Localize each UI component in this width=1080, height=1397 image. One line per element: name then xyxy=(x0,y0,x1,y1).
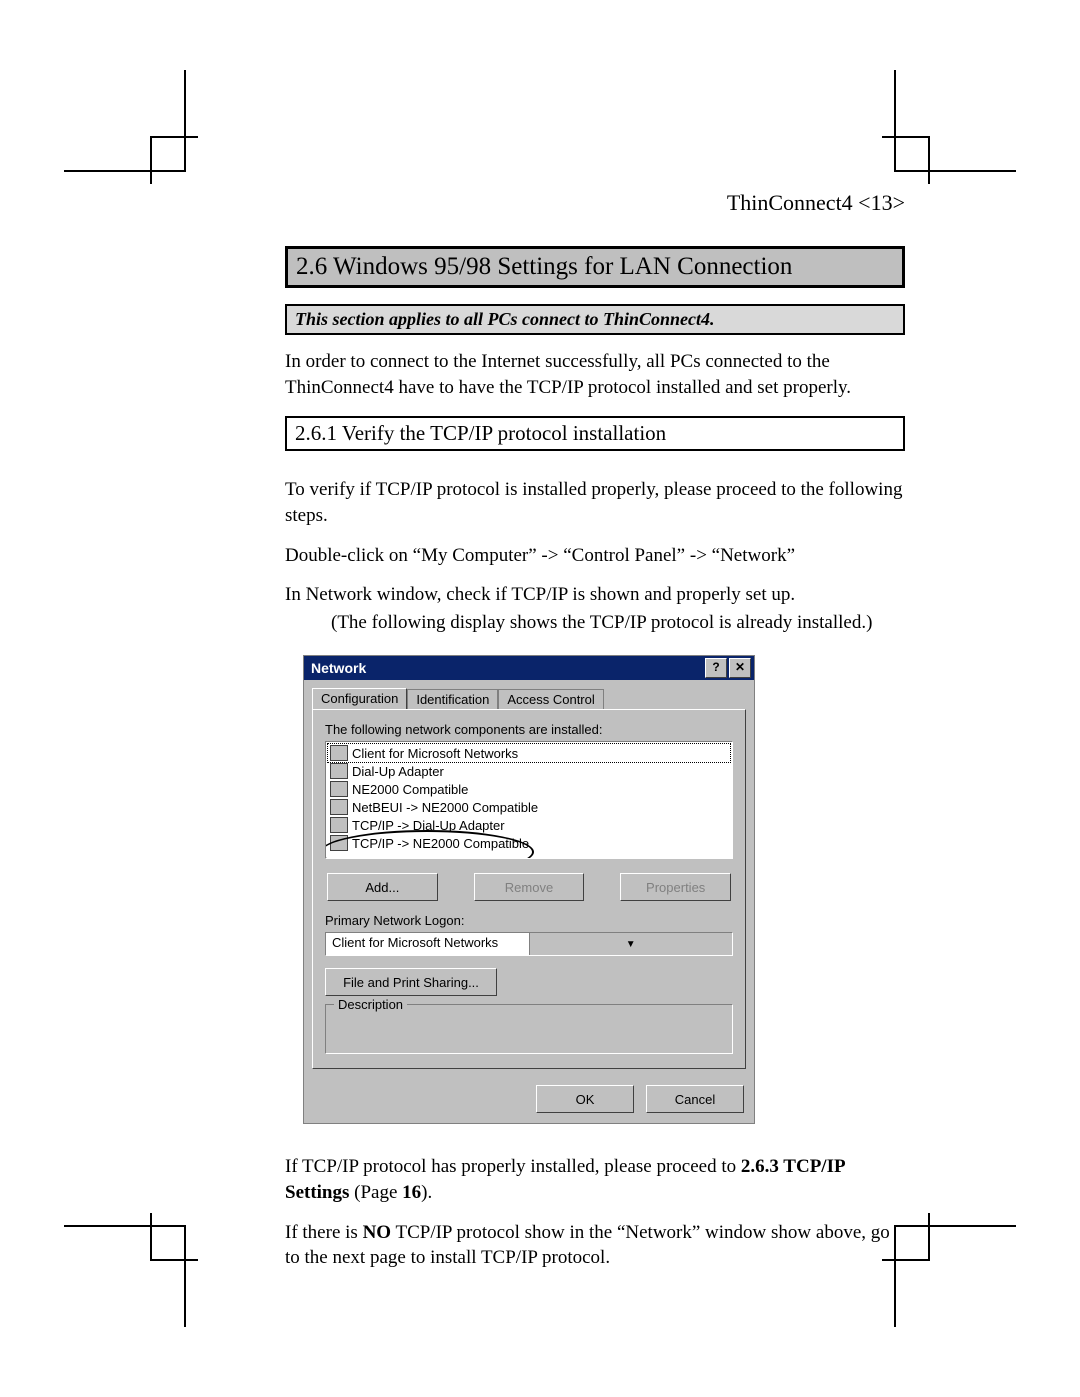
tab-access-control[interactable]: Access Control xyxy=(498,689,603,709)
list-item[interactable]: Client for Microsoft Networks xyxy=(327,743,731,763)
paragraph: Double-click on “My Computer” -> “Contro… xyxy=(285,543,905,569)
remove-button-label: Remove xyxy=(505,880,553,895)
text-bold: 16 xyxy=(402,1182,421,1203)
dialog-button-row: OK Cancel xyxy=(304,1079,754,1123)
text-run: ). xyxy=(421,1182,432,1203)
dialog-titlebar: Network ? ✕ xyxy=(304,656,754,680)
help-button[interactable]: ? xyxy=(705,658,727,678)
crop-mark-bl-icon xyxy=(64,1225,186,1327)
paragraph: If TCP/IP protocol has properly installe… xyxy=(285,1154,905,1205)
description-groupbox: Description xyxy=(325,1004,733,1054)
section-heading: 2.6 Windows 95/98 Settings for LAN Conne… xyxy=(285,246,905,288)
file-print-sharing-label: File and Print Sharing... xyxy=(343,975,479,990)
chevron-down-icon[interactable]: ▼ xyxy=(529,933,733,955)
paragraph: In Network window, check if TCP/IP is sh… xyxy=(285,582,905,608)
list-item-label: Dial-Up Adapter xyxy=(352,764,444,779)
text-bold: NO xyxy=(363,1222,392,1243)
logon-combobox[interactable]: Client for Microsoft Networks ▼ xyxy=(325,932,733,956)
tab-panel: The following network components are ins… xyxy=(312,709,746,1069)
button-row: Add... Remove Properties xyxy=(327,873,731,901)
properties-button[interactable]: Properties xyxy=(620,873,731,901)
components-listbox[interactable]: Client for Microsoft Networks Dial-Up Ad… xyxy=(325,741,733,859)
network-dialog: Network ? ✕ Configuration Identification… xyxy=(303,655,755,1124)
file-print-sharing-button[interactable]: File and Print Sharing... xyxy=(325,968,497,996)
network-client-icon xyxy=(330,745,348,761)
list-item-label: NE2000 Compatible xyxy=(352,782,468,797)
list-item-label: TCP/IP -> Dial-Up Adapter xyxy=(352,818,505,833)
protocol-icon xyxy=(330,799,348,815)
paragraph: In order to connect to the Internet succ… xyxy=(285,349,905,400)
tab-configuration[interactable]: Configuration xyxy=(312,688,407,709)
list-item[interactable]: NetBEUI -> NE2000 Compatible xyxy=(328,798,730,816)
protocol-icon xyxy=(330,817,348,833)
logon-label: Primary Network Logon: xyxy=(325,913,733,928)
components-label-text: The following network components are ins… xyxy=(325,722,602,737)
list-item-label: TCP/IP -> NE2000 Compatible xyxy=(352,836,529,851)
content-area: ThinConnect4 <13> 2.6 Windows 95/98 Sett… xyxy=(285,190,905,1285)
cancel-button[interactable]: Cancel xyxy=(646,1085,744,1113)
adapter-icon xyxy=(330,781,348,797)
crop-mark-br-icon xyxy=(894,1225,1016,1327)
crop-mark-tl-icon xyxy=(64,70,186,172)
list-item-label: NetBEUI -> NE2000 Compatible xyxy=(352,800,538,815)
subsection-heading: 2.6.1 Verify the TCP/IP protocol install… xyxy=(285,416,905,451)
list-item[interactable]: TCP/IP -> NE2000 Compatible xyxy=(328,834,730,852)
ok-button[interactable]: OK xyxy=(536,1085,634,1113)
dialog-title: Network xyxy=(307,660,703,676)
list-item-label: Client for Microsoft Networks xyxy=(352,746,518,761)
crop-mark-tr-icon xyxy=(894,70,1016,172)
components-label: The following network components are ins… xyxy=(325,722,733,737)
text-run: If there is xyxy=(285,1222,363,1243)
list-item[interactable]: TCP/IP -> Dial-Up Adapter xyxy=(328,816,730,834)
logon-value: Client for Microsoft Networks xyxy=(326,933,529,955)
tab-row: Configuration Identification Access Cont… xyxy=(312,688,746,709)
paragraph: (The following display shows the TCP/IP … xyxy=(331,610,905,636)
properties-button-label: Properties xyxy=(646,880,705,895)
text-run: If TCP/IP protocol has properly installe… xyxy=(285,1156,741,1177)
list-item[interactable]: Dial-Up Adapter xyxy=(328,762,730,780)
page-header: ThinConnect4 <13> xyxy=(285,190,905,216)
description-legend: Description xyxy=(334,997,407,1012)
protocol-icon xyxy=(330,835,348,851)
add-button-label: Add... xyxy=(365,880,399,895)
close-button[interactable]: ✕ xyxy=(729,658,751,678)
document-page: ThinConnect4 <13> 2.6 Windows 95/98 Sett… xyxy=(0,0,1080,1397)
paragraph: To verify if TCP/IP protocol is installe… xyxy=(285,477,905,528)
text-run: (Page xyxy=(349,1182,402,1203)
tab-identification[interactable]: Identification xyxy=(407,689,498,709)
section-note: This section applies to all PCs connect … xyxy=(285,304,905,335)
adapter-icon xyxy=(330,763,348,779)
remove-button[interactable]: Remove xyxy=(474,873,585,901)
add-button[interactable]: Add... xyxy=(327,873,438,901)
paragraph: If there is NO TCP/IP protocol show in t… xyxy=(285,1220,905,1271)
list-item[interactable]: NE2000 Compatible xyxy=(328,780,730,798)
